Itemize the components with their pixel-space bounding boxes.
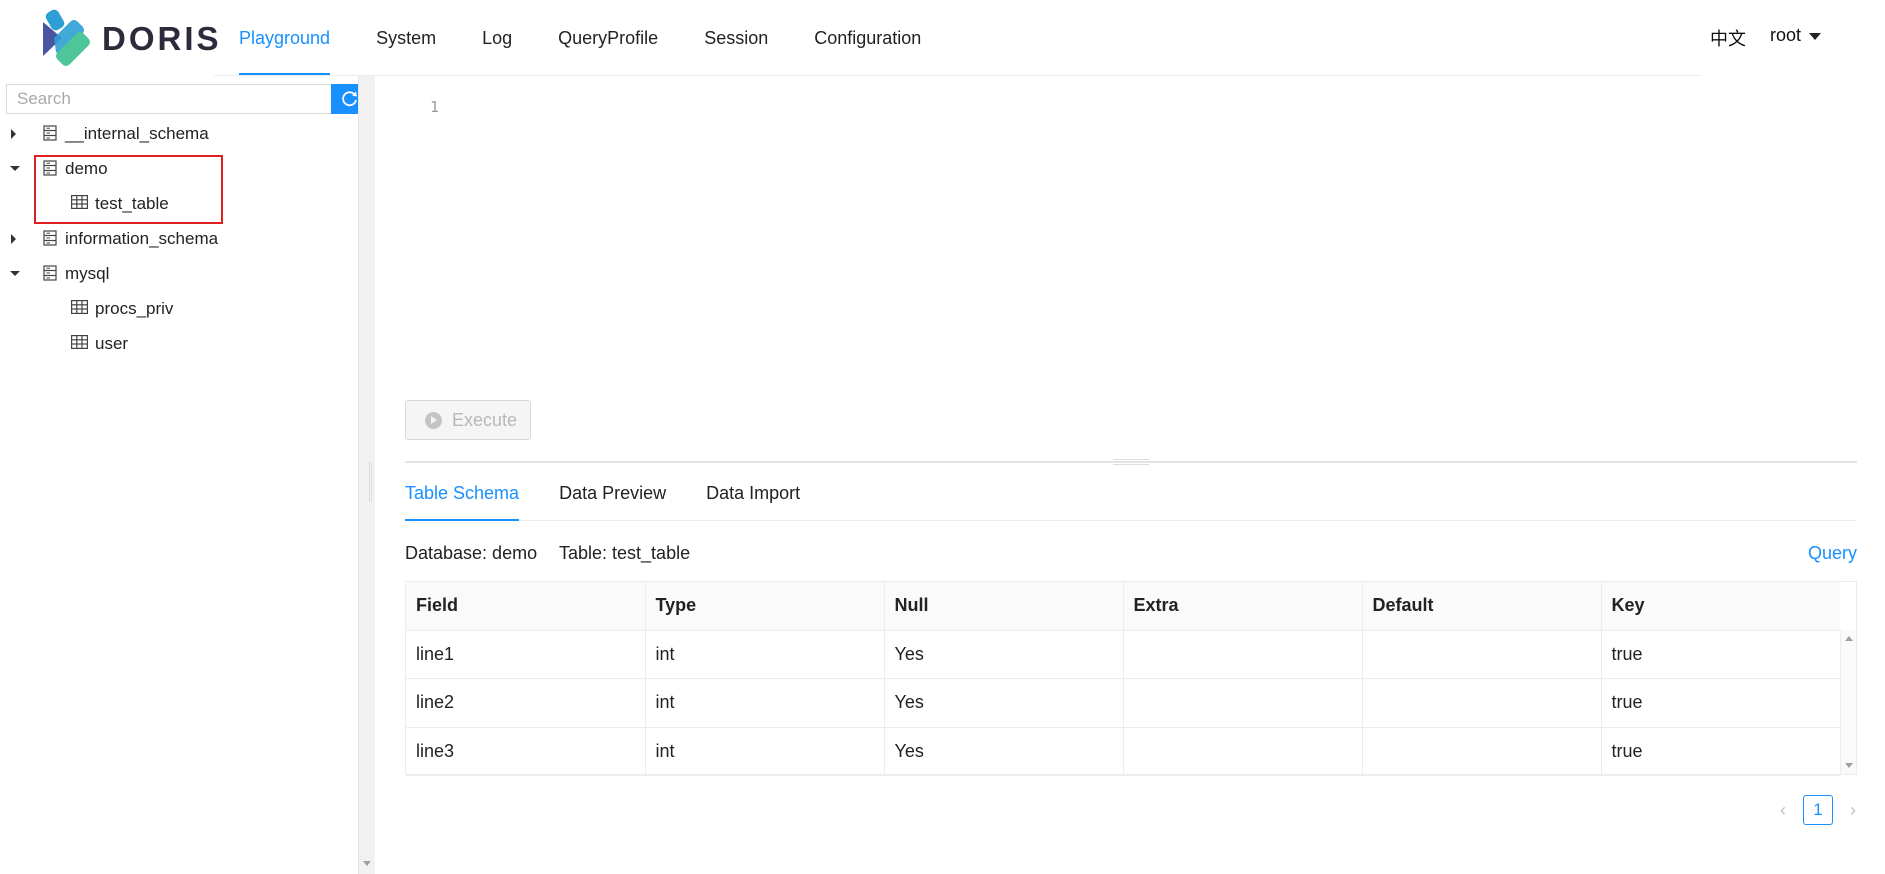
sql-editor[interactable]: 1: [384, 80, 1864, 380]
caret-down-icon[interactable]: [10, 166, 20, 171]
doris-logo-mark: [43, 9, 90, 66]
tree-node-test-table[interactable]: test_table: [0, 186, 358, 221]
cell-key: true: [1601, 727, 1840, 776]
cell-default: [1362, 678, 1602, 728]
database-icon: [43, 125, 57, 141]
caret-right-icon[interactable]: [11, 129, 16, 139]
table-icon: [71, 300, 88, 314]
column-header-null: Null: [884, 582, 1124, 631]
caret-down-icon: [1809, 33, 1822, 40]
cell-default: [1362, 727, 1602, 776]
column-header-default: Default: [1362, 582, 1602, 631]
tree-node-label: __internal_schema: [65, 123, 209, 143]
pane-resize-grip[interactable]: [1113, 459, 1149, 465]
table-scrollbar[interactable]: [1840, 630, 1856, 774]
sidebar-resize-handle[interactable]: [369, 462, 372, 502]
tree-node-information-schema[interactable]: information_schema: [0, 221, 358, 256]
doris-logo[interactable]: DORIS: [40, 8, 219, 68]
database-icon: [43, 160, 57, 176]
tree-node-procs-priv[interactable]: procs_priv: [0, 291, 358, 326]
execute-button[interactable]: Execute: [405, 400, 531, 440]
prev-page-icon[interactable]: ‹: [1775, 800, 1791, 821]
user-name: root: [1770, 25, 1802, 45]
tree-node-demo[interactable]: demo: [0, 151, 358, 186]
column-header-extra: Extra: [1123, 582, 1363, 631]
tree-node-mysql[interactable]: mysql: [0, 256, 358, 291]
editor-line-number: 1: [430, 98, 440, 116]
database-icon: [43, 230, 57, 246]
column-header-type: Type: [645, 582, 885, 631]
database-icon: [43, 265, 57, 281]
database-tree: __internal_schema demo test_table inform…: [0, 116, 358, 361]
table-header-row: Field Type Null Extra Default Key: [406, 582, 1840, 631]
refresh-icon: [341, 91, 357, 107]
cell-null: Yes: [884, 630, 1124, 679]
next-page-icon[interactable]: ›: [1845, 800, 1861, 821]
cell-field: line1: [406, 630, 646, 679]
main-nav: Playground System Log QueryProfile Sessi…: [216, 0, 944, 76]
schema-table: Field Type Null Extra Default Key line1 …: [405, 581, 1857, 776]
scroll-down-arrow-icon[interactable]: [363, 861, 371, 866]
search-input[interactable]: [6, 84, 331, 114]
tab-data-preview[interactable]: Data Preview: [559, 472, 666, 520]
result-tabs: Table Schema Data Preview Data Import: [405, 472, 1857, 521]
nav-session[interactable]: Session: [681, 0, 791, 76]
cell-null: Yes: [884, 678, 1124, 728]
page-number-current[interactable]: 1: [1803, 795, 1833, 825]
cell-key: true: [1601, 630, 1840, 679]
column-header-key: Key: [1601, 582, 1840, 631]
logo-text: DORIS: [102, 20, 222, 57]
tab-data-import[interactable]: Data Import: [706, 472, 800, 520]
tree-node-label: demo: [65, 158, 108, 178]
scroll-up-arrow-icon[interactable]: [1845, 636, 1853, 641]
execute-label: Execute: [452, 409, 518, 430]
database-sidebar: __internal_schema demo test_table: [0, 76, 368, 874]
table-icon: [71, 335, 88, 349]
tree-node-label: user: [95, 333, 129, 353]
tree-node-label: test_table: [95, 193, 169, 213]
cell-default: [1362, 630, 1602, 679]
table-label: Table: test_table: [559, 543, 691, 563]
search-bar: [6, 84, 368, 114]
nav-log[interactable]: Log: [459, 0, 535, 76]
tree-node-user[interactable]: user: [0, 326, 358, 361]
tree-node-internal-schema[interactable]: __internal_schema: [0, 116, 358, 151]
tree-node-label: procs_priv: [95, 298, 174, 318]
column-header-field: Field: [406, 582, 646, 631]
scroll-down-arrow-icon[interactable]: [1845, 763, 1853, 768]
user-menu[interactable]: root: [1770, 25, 1822, 46]
cell-extra: [1123, 727, 1363, 776]
tree-node-label: mysql: [65, 263, 110, 283]
cell-type: int: [645, 630, 885, 679]
query-link[interactable]: Query: [1808, 543, 1857, 564]
nav-system[interactable]: System: [353, 0, 459, 76]
table-row[interactable]: line3 int Yes true: [406, 727, 1840, 776]
caret-down-icon[interactable]: [10, 271, 20, 276]
nav-configuration[interactable]: Configuration: [791, 0, 944, 76]
cell-extra: [1123, 678, 1363, 728]
header-divider: [214, 75, 1701, 76]
nav-playground[interactable]: Playground: [216, 0, 353, 76]
tree-node-label: information_schema: [65, 228, 219, 248]
pagination: ‹ 1 ›: [1775, 795, 1861, 825]
nav-queryprofile[interactable]: QueryProfile: [535, 0, 681, 76]
cell-type: int: [645, 727, 885, 776]
table-row[interactable]: line1 int Yes true: [406, 630, 1840, 679]
caret-right-icon[interactable]: [11, 234, 16, 244]
language-switch[interactable]: 中文: [1710, 25, 1746, 51]
cell-key: true: [1601, 678, 1840, 728]
play-circle-icon: [425, 411, 442, 429]
top-header: DORIS Playground System Log QueryProfile…: [0, 0, 1885, 76]
schema-info-bar: Database: demo Table: test_table Query: [405, 543, 1857, 567]
cell-field: line2: [406, 678, 646, 728]
cell-field: line3: [406, 727, 646, 776]
table-icon: [71, 195, 88, 209]
cell-null: Yes: [884, 727, 1124, 776]
table-row[interactable]: line2 int Yes true: [406, 678, 1840, 728]
cell-extra: [1123, 630, 1363, 679]
sidebar-scrollbar[interactable]: [358, 76, 375, 874]
tab-table-schema[interactable]: Table Schema: [405, 472, 520, 521]
database-label: Database: demo: [405, 543, 538, 563]
cell-type: int: [645, 678, 885, 728]
